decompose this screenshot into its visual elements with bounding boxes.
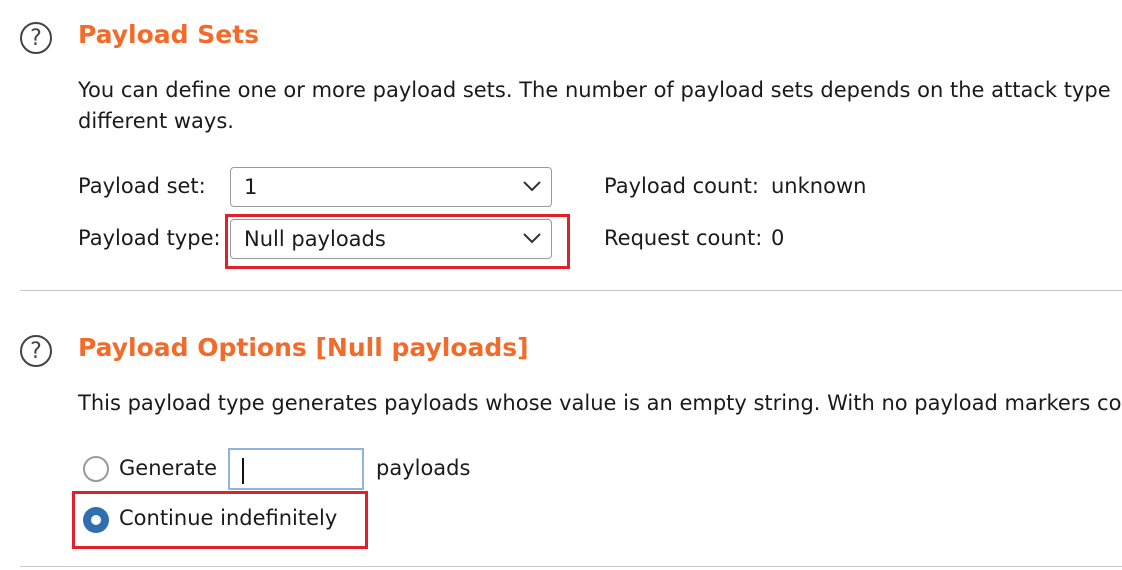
- payload-set-value: 1: [244, 175, 258, 199]
- payload-set-label: Payload set:: [78, 174, 206, 198]
- payload-type-select[interactable]: Null payloads: [230, 219, 552, 259]
- payload-options-description: This payload type generates payloads who…: [78, 391, 1122, 415]
- generate-count-input[interactable]: [228, 448, 364, 490]
- payload-type-label: Payload type:: [78, 226, 221, 250]
- payload-options-help-icon[interactable]: ?: [20, 335, 52, 367]
- payload-sets-help-icon[interactable]: ?: [20, 22, 52, 54]
- request-count-label: Request count:: [604, 226, 763, 250]
- continue-indefinitely-label[interactable]: Continue indefinitely: [119, 506, 337, 530]
- chevron-down-icon: [523, 233, 541, 244]
- payload-set-select[interactable]: 1: [230, 167, 552, 207]
- request-count-value: 0: [771, 226, 785, 250]
- payload-count-label: Payload count:: [604, 174, 759, 198]
- bottom-divider: [20, 566, 1122, 567]
- payload-sets-title: Payload Sets: [78, 20, 260, 49]
- generate-radio[interactable]: [83, 456, 109, 482]
- generate-label[interactable]: Generate: [119, 456, 217, 480]
- payload-options-title: Payload Options [Null payloads]: [78, 333, 529, 362]
- payload-sets-description-line1: You can define one or more payload sets.…: [78, 78, 1111, 102]
- text-caret: [242, 458, 244, 484]
- continue-indefinitely-radio[interactable]: [83, 507, 109, 533]
- payload-count-value: unknown: [771, 174, 867, 198]
- section-divider: [20, 290, 1122, 291]
- payloads-suffix-label: payloads: [376, 456, 471, 480]
- chevron-down-icon: [523, 181, 541, 192]
- payload-type-value: Null payloads: [244, 227, 386, 251]
- payload-sets-description-line2: different ways.: [78, 109, 234, 133]
